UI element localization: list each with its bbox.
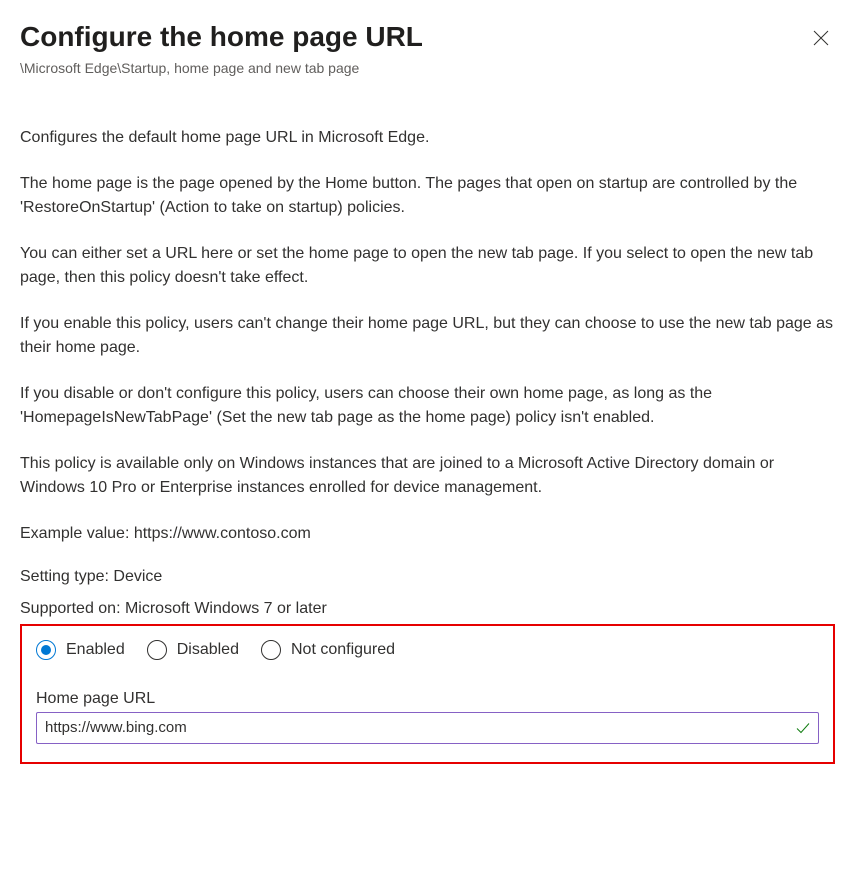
state-radio-group: Enabled Disabled Not configured: [36, 640, 819, 660]
description-paragraph: This policy is available only on Windows…: [20, 452, 835, 500]
radio-icon: [36, 640, 56, 660]
radio-enabled[interactable]: Enabled: [36, 640, 125, 660]
close-icon: [813, 30, 829, 49]
config-panel: Enabled Disabled Not configured Home pag…: [20, 624, 835, 764]
description-paragraph: Example value: https://www.contoso.com: [20, 522, 835, 546]
description-paragraph: Configures the default home page URL in …: [20, 126, 835, 150]
close-button[interactable]: [807, 24, 835, 55]
description-paragraph: If you enable this policy, users can't c…: [20, 312, 835, 360]
setting-type: Setting type: Device: [20, 568, 835, 586]
homepage-url-label: Home page URL: [36, 690, 819, 708]
radio-label: Disabled: [177, 641, 239, 659]
policy-description: Configures the default home page URL in …: [20, 126, 835, 546]
description-paragraph: You can either set a URL here or set the…: [20, 242, 835, 290]
radio-label: Enabled: [66, 641, 125, 659]
radio-icon: [147, 640, 167, 660]
description-paragraph: If you disable or don't configure this p…: [20, 382, 835, 430]
breadcrumb: \Microsoft Edge\Startup, home page and n…: [20, 60, 423, 76]
page-title: Configure the home page URL: [20, 20, 423, 54]
radio-label: Not configured: [291, 641, 395, 659]
homepage-url-input[interactable]: [36, 712, 819, 744]
radio-disabled[interactable]: Disabled: [147, 640, 239, 660]
supported-on: Supported on: Microsoft Windows 7 or lat…: [20, 600, 835, 618]
radio-icon: [261, 640, 281, 660]
radio-not-configured[interactable]: Not configured: [261, 640, 395, 660]
description-paragraph: The home page is the page opened by the …: [20, 172, 835, 220]
